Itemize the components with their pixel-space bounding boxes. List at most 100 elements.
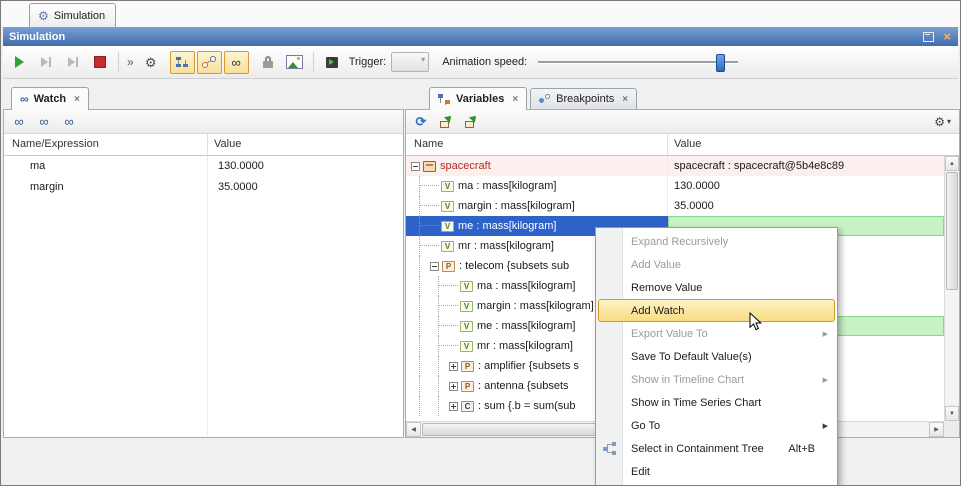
- refresh-icon: ⟳: [416, 115, 427, 128]
- menu-item-go-to[interactable]: Go To▶: [598, 414, 835, 437]
- tree-node-label: margin : mass[kilogram]: [458, 200, 581, 212]
- app-tab-simulation[interactable]: ⚙ Simulation: [29, 3, 116, 27]
- step-button-2[interactable]: [61, 50, 85, 74]
- menu-item-label: Export Value To: [631, 328, 708, 340]
- tree-guide: [410, 176, 429, 196]
- step-button-1[interactable]: [34, 50, 58, 74]
- variables-settings-button[interactable]: ⚙ ▾: [934, 116, 951, 128]
- watch-table-header: Name/Expression Value: [4, 134, 403, 156]
- gear-icon: ⚙: [145, 56, 157, 69]
- play-button[interactable]: [7, 50, 31, 74]
- collapse-icon[interactable]: [430, 262, 439, 271]
- menu-item-add-watch[interactable]: Add Watch: [598, 299, 835, 322]
- tree-guide: [429, 356, 448, 376]
- tree-node-label: mr : mass[kilogram]: [458, 240, 560, 252]
- export-value-button-2[interactable]: [460, 112, 482, 132]
- view-toggle-group: ∞: [169, 50, 250, 75]
- link-icon: [202, 56, 216, 68]
- main-toolbar: » ⚙ ∞ Trigger: ▾ Animation speed:: [3, 46, 958, 79]
- infinity-icon: ∞: [14, 115, 23, 128]
- watch-view-toggle[interactable]: ∞: [224, 51, 249, 74]
- watch-row-value: 130.0000: [208, 156, 403, 177]
- lock-button[interactable]: [256, 50, 280, 74]
- graph-view-toggle[interactable]: [197, 51, 222, 74]
- infinity-icon: ∞: [39, 115, 48, 128]
- menu-item-show-in-time-series-chart[interactable]: Show in Time Series Chart: [598, 391, 835, 414]
- animation-speed-label: Animation speed:: [442, 56, 527, 68]
- tree-guide: [410, 276, 429, 296]
- tree-guide: [410, 396, 429, 416]
- menu-item-show-in-timeline-chart[interactable]: Show in Timeline Chart▶: [598, 368, 835, 391]
- menu-item-label: Expand Recursively: [631, 236, 728, 248]
- slider-handle[interactable]: [716, 54, 725, 72]
- simulation-options-button[interactable]: ⚙: [139, 50, 163, 74]
- animation-speed-slider[interactable]: [538, 51, 738, 73]
- watch-add-value-button[interactable]: ∞: [33, 112, 55, 132]
- export-value-button-1[interactable]: [435, 112, 457, 132]
- stop-icon: [94, 56, 106, 68]
- menu-item-label: Edit: [631, 466, 650, 478]
- scroll-right-icon[interactable]: ▶: [929, 422, 944, 437]
- tab-watch[interactable]: ∞ Watch ×: [11, 87, 89, 110]
- tree-guide: [429, 296, 448, 316]
- vertical-scrollbar[interactable]: ▲ ▼: [944, 156, 959, 421]
- variables-tab-label: Variables: [456, 93, 504, 105]
- collapse-icon[interactable]: [411, 162, 420, 171]
- menu-item-save-to-default-value-s[interactable]: Save To Default Value(s): [598, 345, 835, 368]
- trigger-button[interactable]: [320, 50, 344, 74]
- tree-row[interactable]: spacecraftspacecraft : spacecraft@5b4e8c…: [406, 156, 944, 176]
- tree-connector: [448, 316, 460, 336]
- tree-guide: [429, 396, 448, 416]
- submenu-arrow-icon: ▶: [823, 376, 828, 384]
- part-icon: P: [461, 361, 474, 372]
- scroll-up-icon[interactable]: ▲: [945, 156, 959, 171]
- titlebar-title: Simulation: [9, 31, 65, 43]
- expand-icon[interactable]: [449, 382, 458, 391]
- tree-guide: [429, 376, 448, 396]
- refresh-button[interactable]: ⟳: [410, 112, 432, 132]
- expand-icon[interactable]: [449, 362, 458, 371]
- watch-row[interactable]: ma130.0000: [4, 156, 403, 177]
- trigger-select[interactable]: ▾: [391, 52, 429, 72]
- watch-remove-button[interactable]: ∞: [58, 112, 80, 132]
- tree-guide: [429, 316, 448, 336]
- close-window-icon[interactable]: ×: [943, 30, 951, 43]
- tree-view-toggle[interactable]: [170, 51, 195, 74]
- scroll-left-icon[interactable]: ◀: [406, 422, 421, 437]
- toolbar-separator: [118, 52, 119, 72]
- watch-row-value: 35.0000: [208, 177, 403, 198]
- menu-item-remove-value[interactable]: Remove Value: [598, 276, 835, 299]
- menu-item-edit[interactable]: Edit: [598, 460, 835, 483]
- watch-add-expression-button[interactable]: ∞: [8, 112, 30, 132]
- toolbar-overflow-chevron[interactable]: »: [125, 55, 136, 69]
- tab-breakpoints[interactable]: Breakpoints ×: [530, 88, 637, 109]
- variables-table-header: Name Value: [406, 134, 959, 156]
- export-icon: [465, 116, 478, 128]
- tree-node-label: ma : mass[kilogram]: [477, 280, 581, 292]
- watch-column-value: Value: [208, 134, 403, 155]
- menu-item-select-in-containment-tree[interactable]: Select in Containment TreeAlt+B: [598, 437, 835, 460]
- stop-button[interactable]: [88, 50, 112, 74]
- titlebar: Simulation ×: [3, 27, 958, 46]
- tab-variables[interactable]: Variables ×: [429, 87, 527, 110]
- export-image-button[interactable]: [283, 50, 307, 74]
- submenu-arrow-icon: ▶: [823, 330, 828, 338]
- float-window-icon[interactable]: [923, 32, 934, 42]
- menu-item-export-value-to[interactable]: Export Value To ▶: [598, 322, 835, 345]
- vertical-scrollbar-thumb[interactable]: [946, 172, 958, 290]
- tree-row[interactable]: Vmargin : mass[kilogram]35.0000: [406, 196, 944, 216]
- watch-row[interactable]: margin35.0000: [4, 177, 403, 198]
- variables-tab-close-icon[interactable]: ×: [512, 94, 518, 105]
- expand-icon[interactable]: [449, 402, 458, 411]
- watch-tab-label: Watch: [34, 93, 67, 105]
- image-icon: [286, 55, 303, 69]
- tree-row[interactable]: Vma : mass[kilogram]130.0000: [406, 176, 944, 196]
- menu-item-expand-recursively[interactable]: Expand Recursively: [598, 230, 835, 253]
- breakpoints-tab-close-icon[interactable]: ×: [622, 94, 628, 105]
- menu-item-add-value[interactable]: Add Value: [598, 253, 835, 276]
- menu-item-label: Go To: [631, 420, 660, 432]
- simulation-window: ⚙ Simulation Simulation × » ⚙ ∞ Trigger:…: [0, 0, 961, 486]
- scroll-down-icon[interactable]: ▼: [945, 406, 959, 421]
- toolbar-separator: [313, 52, 314, 72]
- watch-tab-close-icon[interactable]: ×: [74, 94, 80, 105]
